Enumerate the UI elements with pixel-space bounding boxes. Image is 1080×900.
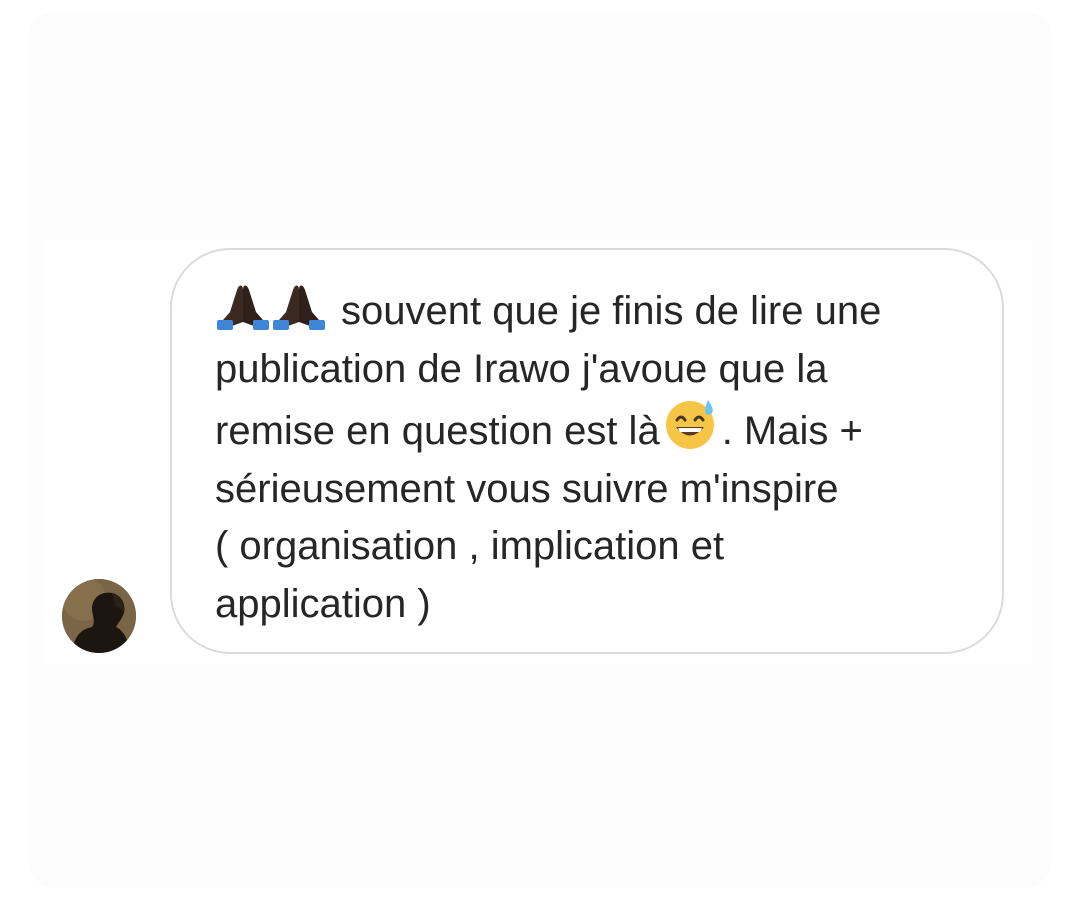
- emoji-group: [215, 285, 327, 333]
- message-text: souvent que je finis de lire une publicat…: [215, 280, 962, 633]
- folded-hands-icon: [271, 280, 327, 330]
- message-line-3: remise en question est là: [215, 409, 660, 453]
- message-bubble[interactable]: souvent que je finis de lire une publicat…: [170, 248, 1004, 654]
- avatar[interactable]: [62, 579, 136, 653]
- grinning-sweat-face-icon: [664, 398, 716, 450]
- message-line-6: application ): [215, 581, 431, 626]
- folded-hands-icon: [215, 280, 271, 330]
- message-line-4: sérieusement vous suivre m'inspire: [215, 466, 839, 511]
- message-line-1: souvent que je finis de lire une: [341, 289, 882, 333]
- profile-photo-icon: [62, 579, 136, 653]
- message-line-2: publication de Irawo j'avoue que la: [215, 346, 828, 391]
- message-line-5: ( organisation , implication et: [215, 524, 725, 568]
- message-line-3-end: . Mais +: [721, 409, 863, 453]
